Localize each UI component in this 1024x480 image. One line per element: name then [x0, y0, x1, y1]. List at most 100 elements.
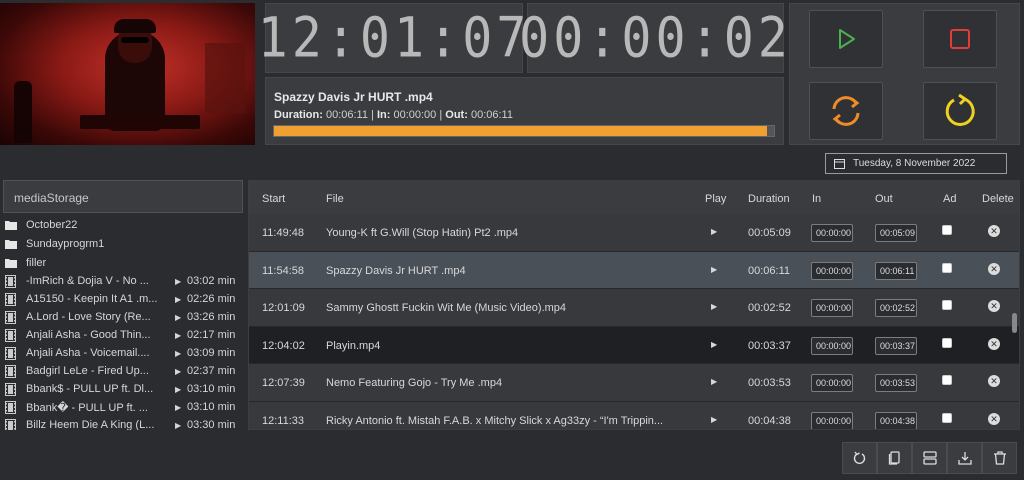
play-icon[interactable]: ▶: [175, 277, 181, 286]
ad-checkbox[interactable]: [942, 225, 952, 235]
media-item-duration: 02:37 min: [187, 365, 236, 377]
play-icon[interactable]: ▶: [175, 403, 181, 412]
reset-button[interactable]: [842, 442, 877, 474]
media-item-name: Bbank$ - PULL UP ft. Dl...: [26, 383, 154, 395]
play-icon[interactable]: ▶: [711, 377, 717, 386]
download-button[interactable]: [947, 442, 982, 474]
ad-checkbox[interactable]: [942, 300, 952, 310]
in-input[interactable]: 00:00:00: [811, 299, 853, 317]
play-icon[interactable]: ▶: [175, 421, 181, 430]
in-input[interactable]: 00:00:00: [811, 411, 853, 429]
play-button[interactable]: [809, 10, 883, 68]
out-input[interactable]: 00:02:52: [875, 299, 917, 317]
media-storage-input[interactable]: mediaStorage: [3, 180, 243, 213]
play-icon[interactable]: ▶: [175, 349, 181, 358]
ad-checkbox[interactable]: [942, 337, 952, 348]
in-input[interactable]: 00:00:00: [811, 374, 853, 392]
duration-label: Duration:: [274, 109, 323, 121]
folder-item[interactable]: October22: [0, 215, 243, 234]
folder-icon: [5, 239, 19, 249]
out-input[interactable]: 00:03:53: [875, 374, 917, 392]
out-input[interactable]: 00:04:38: [875, 411, 917, 429]
media-item-name: Billz Heem Die A King (L...: [26, 419, 155, 430]
media-item-duration: 03:02 min: [187, 275, 236, 287]
delete-icon[interactable]: ✕: [988, 225, 1000, 237]
stop-button[interactable]: [923, 10, 997, 68]
row-start: 12:07:39: [262, 377, 305, 389]
playlist-row[interactable]: 12:01:09 Sammy Ghostt Fuckin Wit Me (Musi…: [249, 289, 1019, 327]
ad-checkbox[interactable]: [942, 375, 952, 385]
delete-icon[interactable]: ✕: [988, 262, 1000, 275]
media-item-name: Badgirl LeLe - Fired Up...: [26, 365, 149, 377]
delete-icon[interactable]: ✕: [988, 375, 1000, 387]
media-item[interactable]: Billz Heem Die A King (L... ▶ 03:30 min: [0, 416, 243, 430]
in-input[interactable]: 00:00:00: [811, 261, 853, 280]
play-icon[interactable]: ▶: [711, 415, 717, 424]
play-icon[interactable]: ▶: [175, 385, 181, 394]
stop-icon: [950, 29, 970, 49]
refresh-button[interactable]: [809, 82, 883, 140]
row-duration: 00:04:38: [748, 414, 791, 427]
folder-icon: [5, 220, 19, 230]
media-item[interactable]: Bbank� - PULL UP ft. ... ▶ 03:10 min: [0, 398, 243, 416]
copy-button[interactable]: [877, 442, 912, 474]
play-icon[interactable]: ▶: [711, 265, 717, 274]
row-start: 12:11:33: [262, 414, 305, 427]
film-icon: [5, 292, 19, 306]
split-button[interactable]: [912, 442, 947, 474]
row-file: Nemo Featuring Gojo - Try Me .mp4: [326, 377, 503, 389]
media-item-name: filler: [26, 256, 47, 269]
trash-button[interactable]: [982, 442, 1017, 474]
in-input[interactable]: 00:00:00: [811, 224, 853, 242]
play-icon[interactable]: ▶: [175, 295, 181, 304]
delete-icon[interactable]: ✕: [988, 337, 1000, 350]
playlist-row[interactable]: 11:49:48 Young-K ft G.Will (Stop Hatin) P…: [249, 214, 1019, 252]
playlist-row[interactable]: 12:11:33 Ricky Antonio ft. Mistah F.A.B. …: [249, 401, 1019, 429]
in-input[interactable]: 00:00:00: [811, 336, 853, 355]
out-input[interactable]: 00:06:11: [875, 261, 917, 280]
media-item[interactable]: -ImRich & Dojia V - No ... ▶ 03:02 min: [0, 272, 243, 290]
col-start[interactable]: Start: [262, 193, 285, 205]
countdown-text: 00:00:02: [519, 6, 792, 70]
folder-item[interactable]: Sundayprogrm1: [0, 234, 243, 253]
video-preview: [0, 3, 255, 145]
play-icon[interactable]: ▶: [175, 313, 181, 322]
reload-icon: [945, 93, 975, 126]
col-file[interactable]: File: [326, 193, 344, 205]
media-item[interactable]: A.Lord - Love Story (Re... ▶ 03:26 min: [0, 308, 243, 326]
ad-checkbox[interactable]: [942, 262, 952, 273]
playlist-row[interactable]: 12:04:02 Playin.mp4 ▶ 00:03:37 00:00:00 00:03…: [249, 326, 1019, 364]
delete-icon[interactable]: ✕: [988, 300, 1000, 312]
media-item[interactable]: Bbank$ - PULL UP ft. Dl... ▶ 03:10 min: [0, 380, 243, 398]
col-duration[interactable]: Duration: [748, 193, 790, 205]
ad-checkbox[interactable]: [942, 412, 952, 423]
date-picker[interactable]: Tuesday, 8 November 2022: [825, 153, 1007, 174]
playlist-scrollbar[interactable]: [1012, 313, 1017, 333]
out-input[interactable]: 00:05:09: [875, 224, 917, 242]
playlist-row[interactable]: 12:07:39 Nemo Featuring Gojo - Try Me .mp…: [249, 364, 1019, 402]
playlist-row[interactable]: 11:54:58 Spazzy Davis Jr HURT .mp4 ▶ 00:06:…: [249, 251, 1019, 289]
play-icon[interactable]: ▶: [175, 367, 181, 376]
reload-button[interactable]: [923, 82, 997, 140]
media-item-name: Sundayprogrm1: [26, 237, 105, 250]
row-duration: 00:02:52: [748, 302, 791, 314]
play-icon[interactable]: ▶: [711, 302, 717, 311]
row-duration: 00:03:53: [748, 377, 791, 389]
media-item[interactable]: A15150 - Keepin It A1 .m... ▶ 02:26 min: [0, 290, 243, 308]
playlist-table: Start File Play Duration In Out Ad Delet…: [248, 180, 1020, 430]
play-icon[interactable]: ▶: [175, 331, 181, 340]
media-item-duration: 02:26 min: [187, 293, 236, 305]
delete-icon[interactable]: ✕: [988, 412, 1000, 425]
out-input[interactable]: 00:03:37: [875, 336, 917, 355]
folder-item[interactable]: filler: [0, 253, 243, 272]
play-icon[interactable]: ▶: [711, 340, 717, 349]
progress-bar: [273, 125, 775, 137]
media-item[interactable]: Anjali Asha - Good Thin... ▶ 02:17 min: [0, 326, 243, 344]
download-icon: [957, 452, 972, 465]
now-playing-meta: Duration: 00:06:11 | In: 00:00:00 | Out:…: [274, 109, 513, 121]
play-icon[interactable]: ▶: [711, 227, 717, 236]
media-item[interactable]: Badgirl LeLe - Fired Up... ▶ 02:37 min: [0, 362, 243, 380]
row-start: 11:49:48: [262, 227, 305, 239]
media-item[interactable]: Anjali Asha - Voicemail.... ▶ 03:09 min: [0, 344, 243, 362]
control-panel: [789, 3, 1020, 145]
